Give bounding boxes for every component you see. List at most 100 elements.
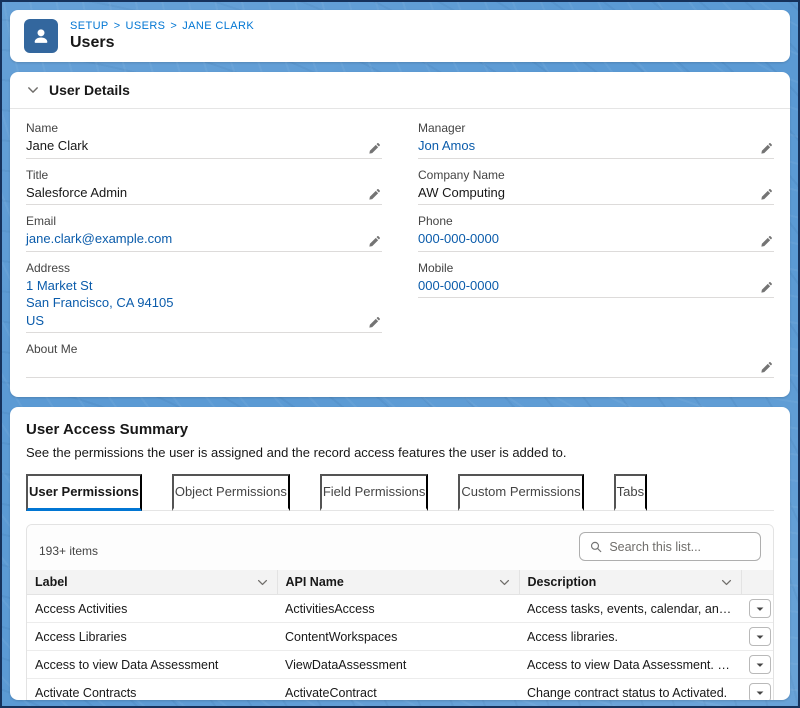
search-input[interactable] bbox=[609, 540, 750, 554]
field-label: Mobile bbox=[418, 261, 774, 275]
edit-mobile-button[interactable] bbox=[759, 281, 774, 294]
breadcrumb: SETUP > USERS > JANE CLARK bbox=[70, 20, 254, 32]
search-icon bbox=[590, 540, 602, 554]
cell-label: Access Libraries bbox=[27, 623, 277, 651]
sort-description-button[interactable] bbox=[720, 576, 733, 589]
column-header-description[interactable]: Description bbox=[519, 570, 741, 595]
tab-user-permissions[interactable]: User Permissions bbox=[26, 474, 142, 511]
field-about-me: About Me bbox=[26, 342, 774, 378]
cell-api-name: ActivateContract bbox=[277, 679, 519, 700]
cell-description: Change contract status to Activated. bbox=[519, 679, 741, 700]
field-address: Address 1 Market St San Francisco, CA 94… bbox=[26, 261, 382, 334]
user-details-fields: Name Jane Clark Manager Jon Amos bbox=[10, 109, 790, 397]
edit-email-button[interactable] bbox=[367, 235, 382, 248]
tab-custom-permissions[interactable]: Custom Permissions bbox=[458, 474, 583, 511]
permissions-table: Label API Name Description bbox=[27, 570, 774, 700]
user-details-section: User Details Name Jane Clark Manager Jon… bbox=[10, 72, 790, 397]
row-actions-button[interactable] bbox=[749, 683, 771, 700]
chevron-down-icon bbox=[26, 83, 40, 97]
breadcrumb-jane-clark[interactable]: JANE CLARK bbox=[182, 20, 254, 32]
field-label: Title bbox=[26, 168, 382, 182]
search-box[interactable] bbox=[579, 532, 761, 561]
cell-api-name: ActivitiesAccess bbox=[277, 595, 519, 623]
cell-api-name: ViewDataAssessment bbox=[277, 651, 519, 679]
field-mobile: Mobile 000-000-0000 bbox=[418, 261, 774, 334]
permissions-tabs: User Permissions Object Permissions Fiel… bbox=[26, 474, 774, 511]
table-row: Access to view Data Assessment ViewDataA… bbox=[27, 651, 774, 679]
user-icon bbox=[31, 26, 51, 46]
row-actions-button[interactable] bbox=[749, 599, 771, 618]
edit-manager-button[interactable] bbox=[759, 142, 774, 155]
header-text: SETUP > USERS > JANE CLARK Users bbox=[70, 20, 254, 52]
user-details-title: User Details bbox=[49, 82, 130, 98]
field-name: Name Jane Clark bbox=[26, 121, 382, 159]
cell-label: Access Activities bbox=[27, 595, 277, 623]
edit-title-button[interactable] bbox=[367, 188, 382, 201]
address-link[interactable]: 1 Market St San Francisco, CA 94105 US bbox=[26, 277, 173, 330]
user-access-summary-description: See the permissions the user is assigned… bbox=[26, 445, 774, 460]
field-label: Name bbox=[26, 121, 382, 135]
breadcrumb-setup[interactable]: SETUP bbox=[70, 20, 109, 32]
pencil-icon bbox=[760, 361, 773, 374]
field-email: Email jane.clark@example.com bbox=[26, 214, 382, 252]
field-value: Jane Clark bbox=[26, 137, 88, 155]
manager-link[interactable]: Jon Amos bbox=[418, 137, 475, 155]
table-row: Activate Contracts ActivateContract Chan… bbox=[27, 679, 774, 700]
edit-name-button[interactable] bbox=[367, 142, 382, 155]
chevron-down-icon bbox=[755, 632, 765, 642]
pencil-icon bbox=[760, 142, 773, 155]
field-title: Title Salesforce Admin bbox=[26, 168, 382, 206]
salesforce-setup-screen: SETUP > USERS > JANE CLARK Users User De… bbox=[0, 0, 800, 708]
items-count: 193+ items bbox=[39, 544, 98, 561]
cell-label: Access to view Data Assessment bbox=[27, 651, 277, 679]
pencil-icon bbox=[368, 235, 381, 248]
pencil-icon bbox=[760, 188, 773, 201]
tab-field-permissions[interactable]: Field Permissions bbox=[320, 474, 429, 511]
pencil-icon bbox=[368, 142, 381, 155]
field-label: Manager bbox=[418, 121, 774, 135]
permissions-table-card: 193+ items Label bbox=[26, 524, 774, 700]
row-actions-button[interactable] bbox=[749, 627, 771, 646]
collapse-user-details-button[interactable] bbox=[26, 83, 40, 97]
sort-label-button[interactable] bbox=[256, 576, 269, 589]
table-header-row: Label API Name Description bbox=[27, 570, 774, 595]
user-details-header: User Details bbox=[10, 72, 790, 109]
column-header-api-name[interactable]: API Name bbox=[277, 570, 519, 595]
page-title: Users bbox=[70, 34, 254, 52]
mobile-link[interactable]: 000-000-0000 bbox=[418, 277, 499, 295]
email-link[interactable]: jane.clark@example.com bbox=[26, 230, 172, 248]
pencil-icon bbox=[760, 235, 773, 248]
pencil-icon bbox=[368, 316, 381, 329]
chevron-down-icon bbox=[498, 576, 511, 589]
cell-description: Access to view Data Assessment. Data Ass… bbox=[519, 651, 741, 679]
edit-phone-button[interactable] bbox=[759, 235, 774, 248]
edit-address-button[interactable] bbox=[367, 316, 382, 329]
sort-api-name-button[interactable] bbox=[498, 576, 511, 589]
field-value: AW Computing bbox=[418, 184, 505, 202]
column-header-actions bbox=[741, 570, 774, 595]
phone-link[interactable]: 000-000-0000 bbox=[418, 230, 499, 248]
table-toolbar: 193+ items bbox=[27, 525, 773, 570]
field-manager: Manager Jon Amos bbox=[418, 121, 774, 159]
tab-object-permissions[interactable]: Object Permissions bbox=[172, 474, 290, 511]
column-header-label[interactable]: Label bbox=[27, 570, 277, 595]
breadcrumb-separator: > bbox=[170, 20, 177, 32]
user-access-summary-title: User Access Summary bbox=[26, 421, 774, 438]
field-company-name: Company Name AW Computing bbox=[418, 168, 774, 206]
field-label: Phone bbox=[418, 214, 774, 228]
edit-company-name-button[interactable] bbox=[759, 188, 774, 201]
field-phone: Phone 000-000-0000 bbox=[418, 214, 774, 252]
chevron-down-icon bbox=[755, 688, 765, 698]
edit-about-me-button[interactable] bbox=[759, 361, 774, 374]
users-setup-icon bbox=[24, 19, 58, 53]
pencil-icon bbox=[368, 188, 381, 201]
cell-label: Activate Contracts bbox=[27, 679, 277, 700]
field-label: Email bbox=[26, 214, 382, 228]
field-label: About Me bbox=[26, 342, 774, 356]
row-actions-button[interactable] bbox=[749, 655, 771, 674]
tab-tabs[interactable]: Tabs bbox=[614, 474, 647, 511]
table-row: Access Libraries ContentWorkspaces Acces… bbox=[27, 623, 774, 651]
chevron-down-icon bbox=[256, 576, 269, 589]
breadcrumb-users[interactable]: USERS bbox=[126, 20, 166, 32]
field-label: Company Name bbox=[418, 168, 774, 182]
